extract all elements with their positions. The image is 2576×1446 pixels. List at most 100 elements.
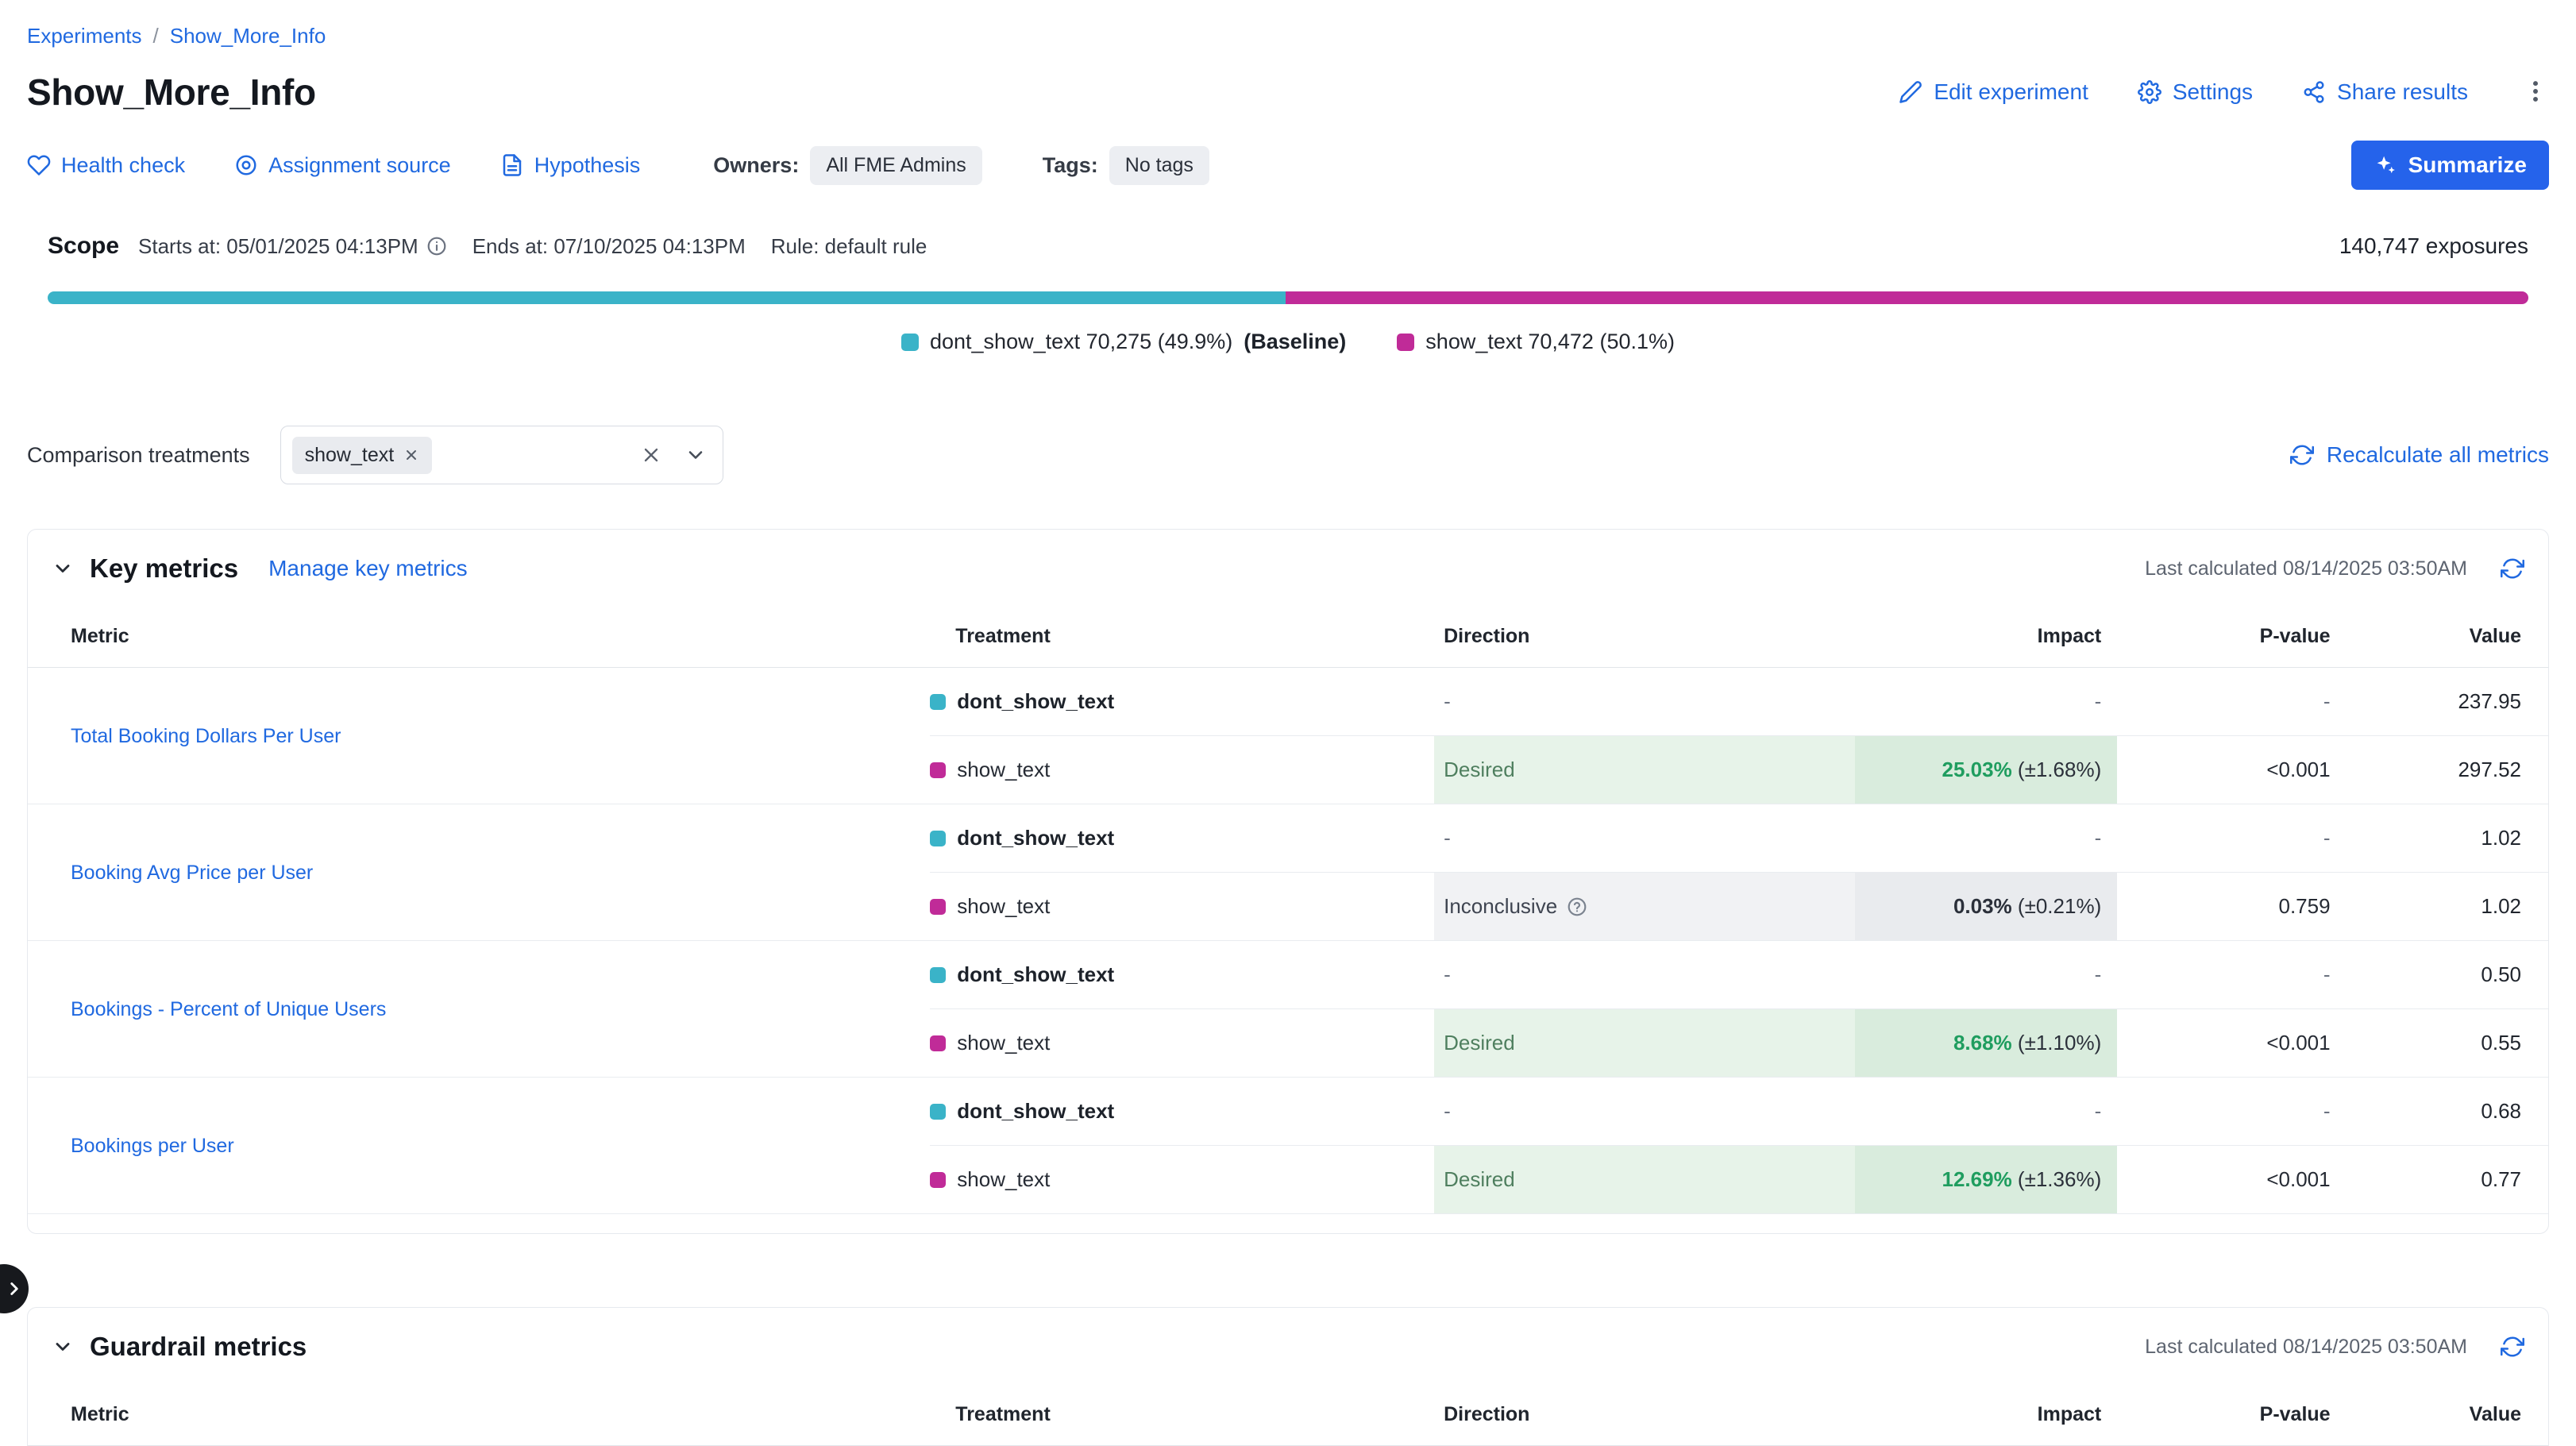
chip-remove-icon[interactable] — [403, 447, 419, 463]
key-metrics-header: Key metrics Manage key metrics Last calc… — [28, 530, 2548, 604]
share-icon — [2302, 80, 2326, 104]
refresh-metrics-button[interactable] — [2501, 1335, 2524, 1359]
recalculate-all-metrics-button[interactable]: Recalculate all metrics — [2290, 442, 2549, 468]
scope-title: Scope — [48, 233, 119, 260]
value-cell: 1.02 — [2354, 804, 2548, 873]
value-cell: 1.02 — [2354, 873, 2548, 941]
metric-link[interactable]: Bookings - Percent of Unique Users — [71, 998, 386, 1020]
info-icon[interactable] — [426, 236, 447, 256]
tags-label: Tags: — [1043, 153, 1098, 178]
guardrail-metrics-header: Guardrail metrics Last calculated 08/14/… — [28, 1308, 2548, 1382]
allocation-segment-baseline — [48, 291, 1286, 304]
comparison-treatments-select[interactable]: show_text — [280, 426, 723, 484]
assignment-source-link[interactable]: Assignment source — [234, 153, 451, 178]
treatment-swatch — [930, 1104, 946, 1120]
table-header-row: Metric Treatment Direction Impact P-valu… — [28, 1382, 2548, 1446]
key-metrics-card: Key metrics Manage key metrics Last calc… — [27, 529, 2549, 1234]
key-metrics-table: Metric Treatment Direction Impact P-valu… — [28, 604, 2548, 1214]
comparison-treatments-label: Comparison treatments — [27, 443, 250, 468]
page-title: Show_More_Info — [27, 71, 316, 114]
treatment-swatch — [930, 1172, 946, 1188]
help-icon[interactable] — [1567, 897, 1587, 917]
scope-ends-at: Ends at: 07/10/2025 04:13PM — [472, 234, 746, 259]
table-row: Total Booking Dollars Per User dont_show… — [28, 668, 2548, 736]
breadcrumb-experiments-link[interactable]: Experiments — [27, 24, 142, 48]
treatment-name: show_text — [957, 1031, 1050, 1055]
treatment-name: dont_show_text — [957, 826, 1114, 850]
manage-key-metrics-link[interactable]: Manage key metrics — [268, 556, 468, 581]
heart-icon — [27, 153, 51, 177]
column-header-impact: Impact — [1855, 1382, 2117, 1446]
meta-row: Health check Assignment source Hypothesi… — [27, 141, 2549, 190]
share-results-label: Share results — [2337, 79, 2468, 105]
sparkle-icon — [2374, 153, 2397, 177]
breadcrumb-current-link[interactable]: Show_More_Info — [170, 24, 326, 48]
value-cell: 0.68 — [2354, 1078, 2548, 1146]
guardrail-metrics-table: Metric Treatment Direction Impact P-valu… — [28, 1382, 2548, 1446]
direction-cell: Inconclusive — [1434, 873, 1855, 941]
edit-experiment-button[interactable]: Edit experiment — [1899, 79, 2088, 105]
chevron-down-icon[interactable] — [684, 444, 707, 466]
select-clear-icon[interactable] — [640, 444, 662, 466]
assignment-source-label: Assignment source — [268, 153, 451, 178]
collapse-section-chevron-icon[interactable] — [52, 1336, 74, 1358]
last-calculated-text: Last calculated 08/14/2025 03:50AM — [2145, 557, 2467, 580]
legend-label: dont_show_text 70,275 (49.9%) — [930, 330, 1232, 354]
treatment-swatch — [930, 899, 946, 915]
share-results-button[interactable]: Share results — [2302, 79, 2468, 105]
direction-cell: Desired — [1434, 736, 1855, 804]
metric-link[interactable]: Booking Avg Price per User — [71, 862, 313, 884]
collapse-section-chevron-icon[interactable] — [52, 557, 74, 580]
guardrail-metrics-title: Guardrail metrics — [90, 1332, 307, 1362]
pvalue-cell: <0.001 — [2117, 736, 2354, 804]
metric-link[interactable]: Bookings per User — [71, 1135, 234, 1157]
column-header-pvalue: P-value — [2117, 1382, 2354, 1446]
table-row: Booking Avg Price per User dont_show_tex… — [28, 804, 2548, 873]
health-check-link[interactable]: Health check — [27, 153, 185, 178]
legend-item-variant: show_text 70,472 (50.1%) — [1397, 330, 1675, 354]
legend-swatch-baseline — [901, 334, 919, 351]
breadcrumb: Experiments / Show_More_Info — [27, 24, 2549, 48]
summarize-button[interactable]: Summarize — [2351, 141, 2549, 190]
scope-header: Scope Starts at: 05/01/2025 04:13PM Ends… — [48, 233, 2528, 260]
legend-label: show_text 70,472 (50.1%) — [1425, 330, 1675, 354]
treatment-name: dont_show_text — [957, 1099, 1114, 1124]
scope-section: Scope Starts at: 05/01/2025 04:13PM Ends… — [27, 233, 2549, 354]
more-menu-button[interactable] — [2522, 78, 2549, 107]
treatment-name: dont_show_text — [957, 689, 1114, 714]
experiment-page: Experiments / Show_More_Info Show_More_I… — [0, 0, 2576, 1446]
selected-treatment-chip[interactable]: show_text — [292, 437, 433, 474]
metric-group: Booking Avg Price per User dont_show_tex… — [28, 804, 2548, 941]
treatment-swatch — [930, 762, 946, 778]
value-cell: 237.95 — [2354, 668, 2548, 736]
treatment-name: show_text — [957, 1167, 1050, 1192]
direction-cell: - — [1434, 668, 1855, 736]
pvalue-cell: - — [2117, 1078, 2354, 1146]
tags-badge: No tags — [1109, 146, 1209, 185]
metric-group: Bookings - Percent of Unique Users dont_… — [28, 941, 2548, 1078]
direction-cell: - — [1434, 1078, 1855, 1146]
direction-cell: Desired — [1434, 1009, 1855, 1078]
treatment-swatch — [930, 831, 946, 846]
column-header-treatment: Treatment — [930, 604, 1434, 668]
treatment-name: show_text — [957, 758, 1050, 782]
selected-treatment-label: show_text — [305, 444, 395, 467]
hypothesis-link[interactable]: Hypothesis — [500, 153, 641, 178]
title-row: Show_More_Info Edit experiment Settings … — [27, 71, 2549, 114]
breadcrumb-separator: / — [153, 24, 159, 48]
value-cell: 297.52 — [2354, 736, 2548, 804]
pvalue-cell: 0.759 — [2117, 873, 2354, 941]
owners-label: Owners: — [713, 153, 799, 178]
exposures-count: 140,747 exposures — [2339, 233, 2528, 259]
refresh-metrics-button[interactable] — [2501, 557, 2524, 580]
allocation-legend: dont_show_text 70,275 (49.9%) (Baseline)… — [48, 330, 2528, 354]
column-header-value: Value — [2354, 1382, 2548, 1446]
direction-cell: - — [1434, 941, 1855, 1009]
column-header-metric: Metric — [28, 604, 930, 668]
settings-button[interactable]: Settings — [2138, 79, 2253, 105]
metric-link[interactable]: Total Booking Dollars Per User — [71, 725, 341, 747]
impact-cell: 25.03% (±1.68%) — [1855, 736, 2117, 804]
column-header-treatment: Treatment — [930, 1382, 1434, 1446]
comparison-treatments-row: Comparison treatments show_text Recalcul… — [27, 426, 2549, 484]
treatment-swatch — [930, 967, 946, 983]
